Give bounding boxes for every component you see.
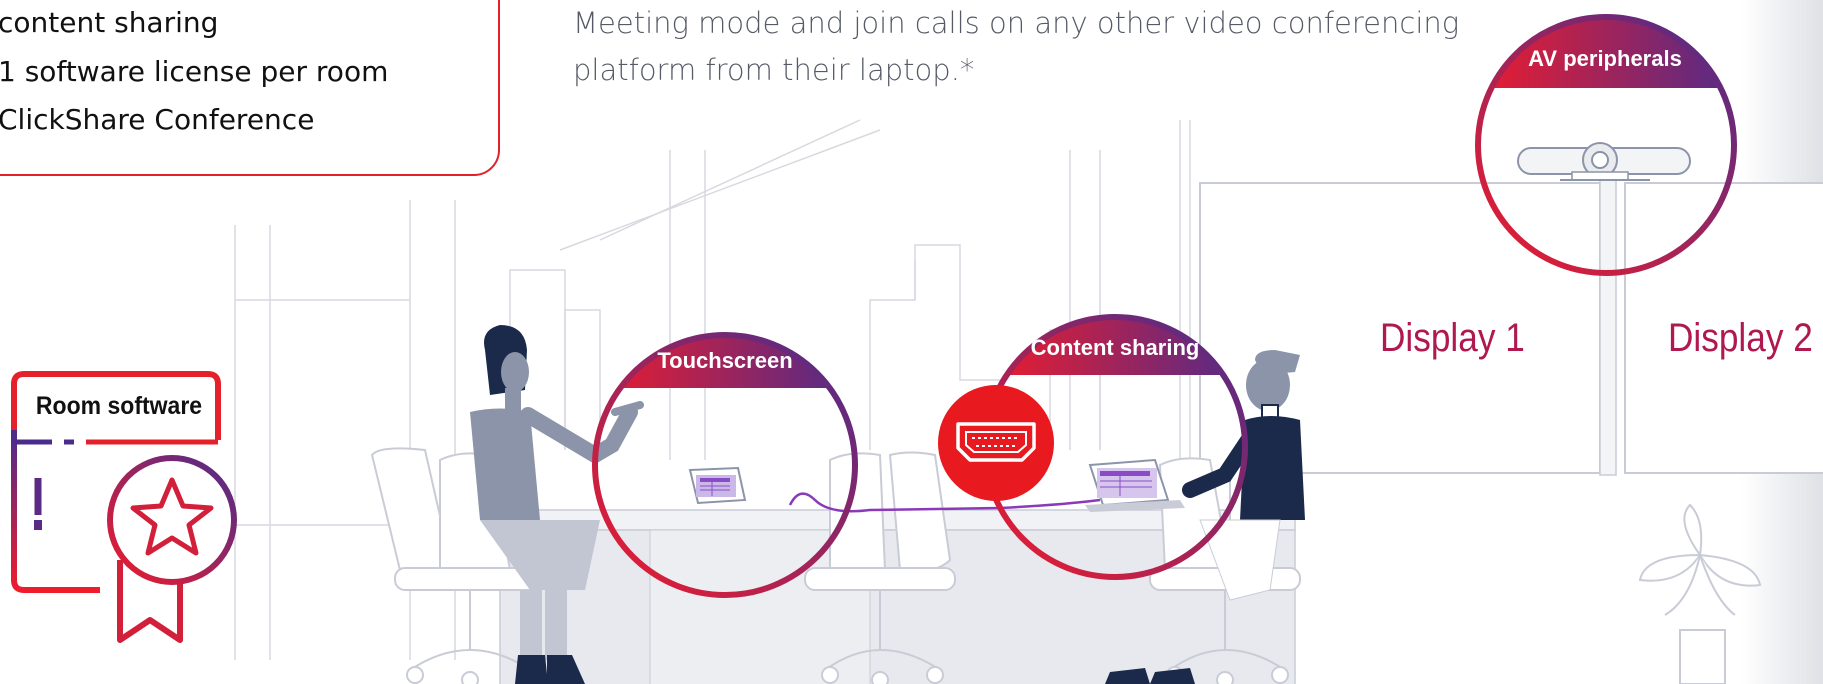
touchscreen-tablet [688, 466, 747, 505]
av-peripherals-label: AV peripherals [1528, 46, 1682, 71]
camera-bar-icon [1517, 142, 1691, 181]
feature-item: 1 software license per room [0, 55, 389, 88]
feature-item: content sharing [0, 6, 219, 39]
room-software-label: Room software [35, 392, 203, 420]
touchscreen-label: Touchscreen [657, 348, 793, 373]
description-line-2: platform from their laptop.* [573, 53, 975, 87]
award-star-icon [107, 455, 237, 643]
hdmi-icon [938, 385, 1054, 501]
feature-item: ClickShare Conference [0, 103, 315, 136]
display-1-label: Display 1 [1380, 316, 1525, 360]
content-sharing-label: Content sharing [1030, 335, 1200, 360]
description-line-1: Meeting mode and join calls on any other… [573, 6, 1460, 40]
display-2-label: Display 2 [1668, 316, 1813, 360]
